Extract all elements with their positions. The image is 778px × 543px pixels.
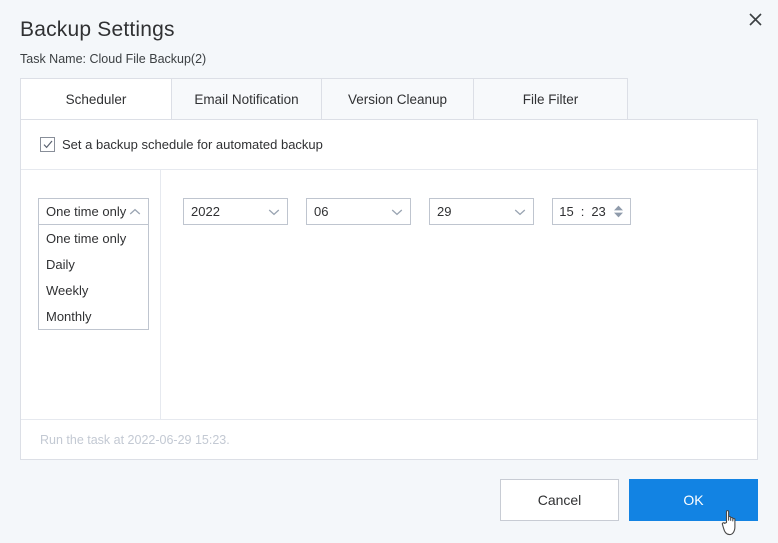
time-hour-value: 15	[559, 204, 574, 219]
close-icon	[748, 12, 762, 26]
chevron-up-icon	[129, 208, 141, 216]
chevron-down-icon	[391, 208, 403, 216]
frequency-option-monthly[interactable]: Monthly	[39, 303, 148, 329]
frequency-option-daily[interactable]: Daily	[39, 251, 148, 277]
schedule-summary-note: Run the task at 2022-06-29 15:23.	[21, 419, 757, 459]
day-value: 29	[437, 204, 452, 219]
cancel-button-label: Cancel	[537, 492, 582, 508]
frequency-option-label: Daily	[46, 256, 75, 272]
close-button[interactable]	[740, 4, 770, 34]
day-select[interactable]: 29	[429, 198, 534, 225]
cancel-button[interactable]: Cancel	[500, 479, 619, 521]
year-select[interactable]: 2022	[183, 198, 288, 225]
tab-label: File Filter	[522, 91, 579, 107]
time-stepper[interactable]: 15 : 23	[552, 198, 631, 225]
ok-button[interactable]: OK	[629, 479, 758, 521]
task-name-row: Task Name: Cloud File Backup(2)	[20, 52, 206, 66]
task-name-value: Cloud File Backup(2)	[89, 52, 207, 66]
frequency-selected-value: One time only	[46, 204, 127, 219]
year-value: 2022	[191, 204, 220, 219]
frequency-option-weekly[interactable]: Weekly	[39, 277, 148, 303]
tab-bar: Scheduler Email Notification Version Cle…	[20, 78, 628, 120]
schedule-enable-checkbox[interactable]	[40, 137, 55, 152]
tab-scheduler[interactable]: Scheduler	[20, 78, 172, 120]
frequency-option-label: Monthly	[46, 308, 92, 324]
scheduler-panel: Set a backup schedule for automated back…	[20, 119, 758, 460]
ok-button-label: OK	[683, 492, 704, 508]
schedule-enable-row: Set a backup schedule for automated back…	[21, 120, 757, 170]
frequency-select: One time only One time only Daily Weekly…	[38, 198, 149, 330]
frequency-option-label: One time only	[46, 230, 127, 246]
frequency-option-label: Weekly	[46, 282, 89, 298]
frequency-column: One time only One time only Daily Weekly…	[21, 170, 161, 419]
chevron-down-icon	[268, 208, 280, 216]
frequency-option-list: One time only Daily Weekly Monthly	[38, 225, 149, 330]
schedule-summary-text: Run the task at 2022-06-29 15:23.	[40, 432, 230, 447]
tab-version-cleanup[interactable]: Version Cleanup	[322, 78, 474, 120]
tab-file-filter[interactable]: File Filter	[474, 78, 628, 120]
frequency-select-trigger[interactable]: One time only	[38, 198, 149, 225]
tab-label: Scheduler	[65, 91, 127, 107]
time-minute-value: 23	[591, 204, 606, 219]
tab-label: Version Cleanup	[347, 91, 448, 107]
time-separator: :	[580, 204, 585, 219]
page-title: Backup Settings	[20, 18, 175, 41]
month-value: 06	[314, 204, 329, 219]
scheduler-body: One time only One time only Daily Weekly…	[21, 170, 757, 419]
task-name-label: Task Name:	[20, 52, 86, 66]
dialog-actions: Cancel OK	[500, 479, 758, 521]
tab-label: Email Notification	[194, 91, 299, 107]
month-select[interactable]: 06	[306, 198, 411, 225]
datetime-column: 2022 06 29 15: 23	[161, 170, 757, 419]
datetime-row: 2022 06 29 15: 23	[183, 198, 631, 225]
schedule-enable-label[interactable]: Set a backup schedule for automated back…	[62, 137, 323, 152]
spinner-updown-icon[interactable]	[613, 205, 624, 218]
tab-email-notification[interactable]: Email Notification	[172, 78, 322, 120]
frequency-option-one-time-only[interactable]: One time only	[39, 225, 148, 251]
check-icon	[43, 140, 53, 149]
chevron-down-icon	[514, 208, 526, 216]
